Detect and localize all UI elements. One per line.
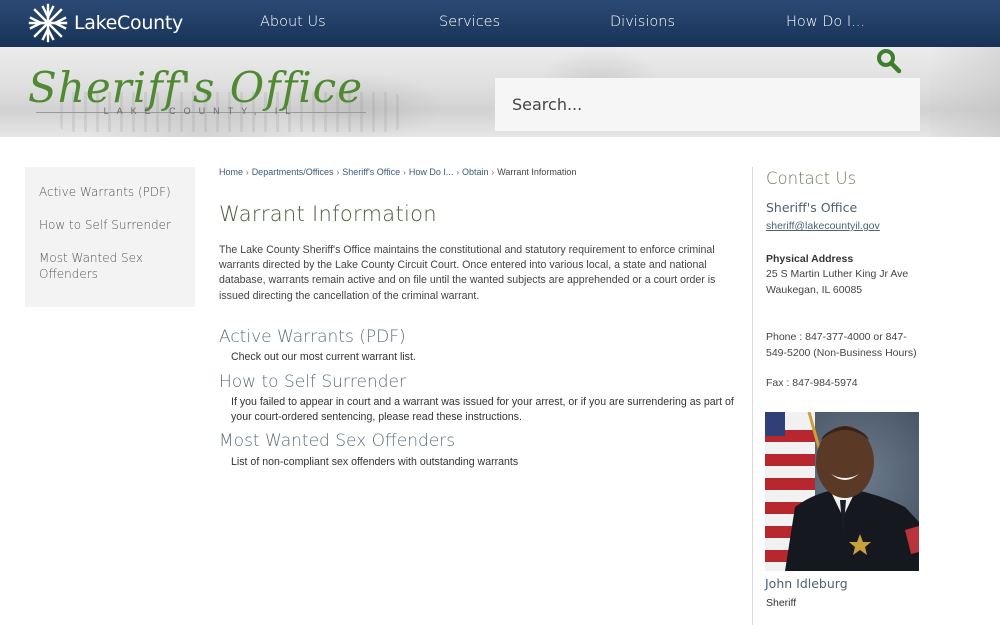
snowflake-star-icon — [28, 3, 68, 43]
breadcrumb-separator: › — [403, 168, 406, 177]
breadcrumb-home[interactable]: Home — [219, 167, 243, 177]
banner-subtitle: LAKE COUNTY, IL — [103, 106, 299, 116]
search-button[interactable] — [873, 45, 905, 77]
breadcrumb-separator: › — [456, 168, 460, 177]
phone-text: Phone : 847-377-4000 or 847-549-5200 (No… — [766, 331, 917, 359]
contact-org: Sheriff's Office — [766, 200, 858, 215]
nav-about-us[interactable]: About Us — [260, 14, 326, 30]
sidebar-nav: Active Warrants (PDF) How to Self Surren… — [25, 167, 195, 307]
logo-text: LakeCounty — [74, 12, 183, 34]
nav-how-do-i[interactable]: How Do I... — [786, 14, 865, 30]
breadcrumb-separator: › — [246, 168, 249, 177]
section-link-active-warrants[interactable]: Active Warrants (PDF) — [219, 327, 406, 347]
search-icon — [877, 49, 902, 74]
breadcrumb-sheriffs-office[interactable]: Sheriff's Office — [342, 167, 400, 177]
sheriff-portrait-image — [765, 412, 919, 571]
banner-title: Sheriff's Office — [28, 63, 364, 112]
nav-services[interactable]: Services — [439, 14, 500, 30]
fax-text: Fax : 847-984-5974 — [766, 377, 858, 389]
sheriff-photo — [765, 412, 919, 571]
address-text: 25 S Martin Luther King Jr Ave Waukegan,… — [766, 267, 916, 298]
breadcrumb-obtain[interactable]: Obtain — [462, 167, 489, 177]
contact-email-link[interactable]: sheriff@lakecountyil.gov — [766, 220, 880, 232]
sidebar-item-active-warrants[interactable]: Active Warrants (PDF) — [25, 184, 195, 200]
lake-county-logo[interactable]: LakeCounty — [26, 3, 183, 43]
section-link-most-wanted[interactable]: Most Wanted Sex Offenders — [219, 431, 455, 451]
sidebar-item-most-wanted[interactable]: Most Wanted Sex Offenders — [25, 250, 155, 282]
section-description: If you failed to appear in court and a w… — [231, 396, 734, 424]
section-description: Check out our most current warrant list. — [231, 351, 416, 363]
contact-title: Contact Us — [766, 169, 857, 188]
nav-divisions[interactable]: Divisions — [610, 14, 675, 30]
address-label: Physical Address — [766, 253, 854, 265]
top-navigation-bar: LakeCounty About Us Services Divisions H… — [0, 0, 1000, 47]
sheriff-name: John Idleburg — [765, 576, 848, 591]
breadcrumb: Home › Departments/Offices › Sheriff's Offic… — [219, 167, 576, 177]
sheriff-role: Sheriff — [766, 597, 797, 609]
address-line-1: 25 S Martin Luther King Jr Ave — [766, 268, 909, 280]
column-divider — [752, 167, 753, 625]
breadcrumb-how-do-i[interactable]: How Do I... — [409, 167, 454, 177]
section-link-self-surrender[interactable]: How to Self Surrender — [219, 372, 406, 392]
sidebar-item-self-surrender[interactable]: How to Self Surrender — [25, 217, 195, 233]
intro-paragraph: The Lake County Sheriff's Office maintai… — [219, 244, 716, 302]
breadcrumb-current: Warrant Information — [497, 167, 577, 177]
section-description: List of non-compliant sex offenders with… — [231, 456, 519, 468]
search-box — [495, 78, 920, 131]
breadcrumb-separator: › — [491, 168, 495, 177]
breadcrumb-departments[interactable]: Departments/Offices — [252, 167, 334, 177]
search-input[interactable] — [495, 78, 855, 131]
banner: Sheriff's Office LAKE COUNTY, IL — [0, 47, 1000, 137]
page-title: Warrant Information — [219, 202, 437, 226]
address-line-2: Waukegan, IL 60085 — [766, 283, 863, 296]
breadcrumb-separator: › — [336, 168, 340, 177]
